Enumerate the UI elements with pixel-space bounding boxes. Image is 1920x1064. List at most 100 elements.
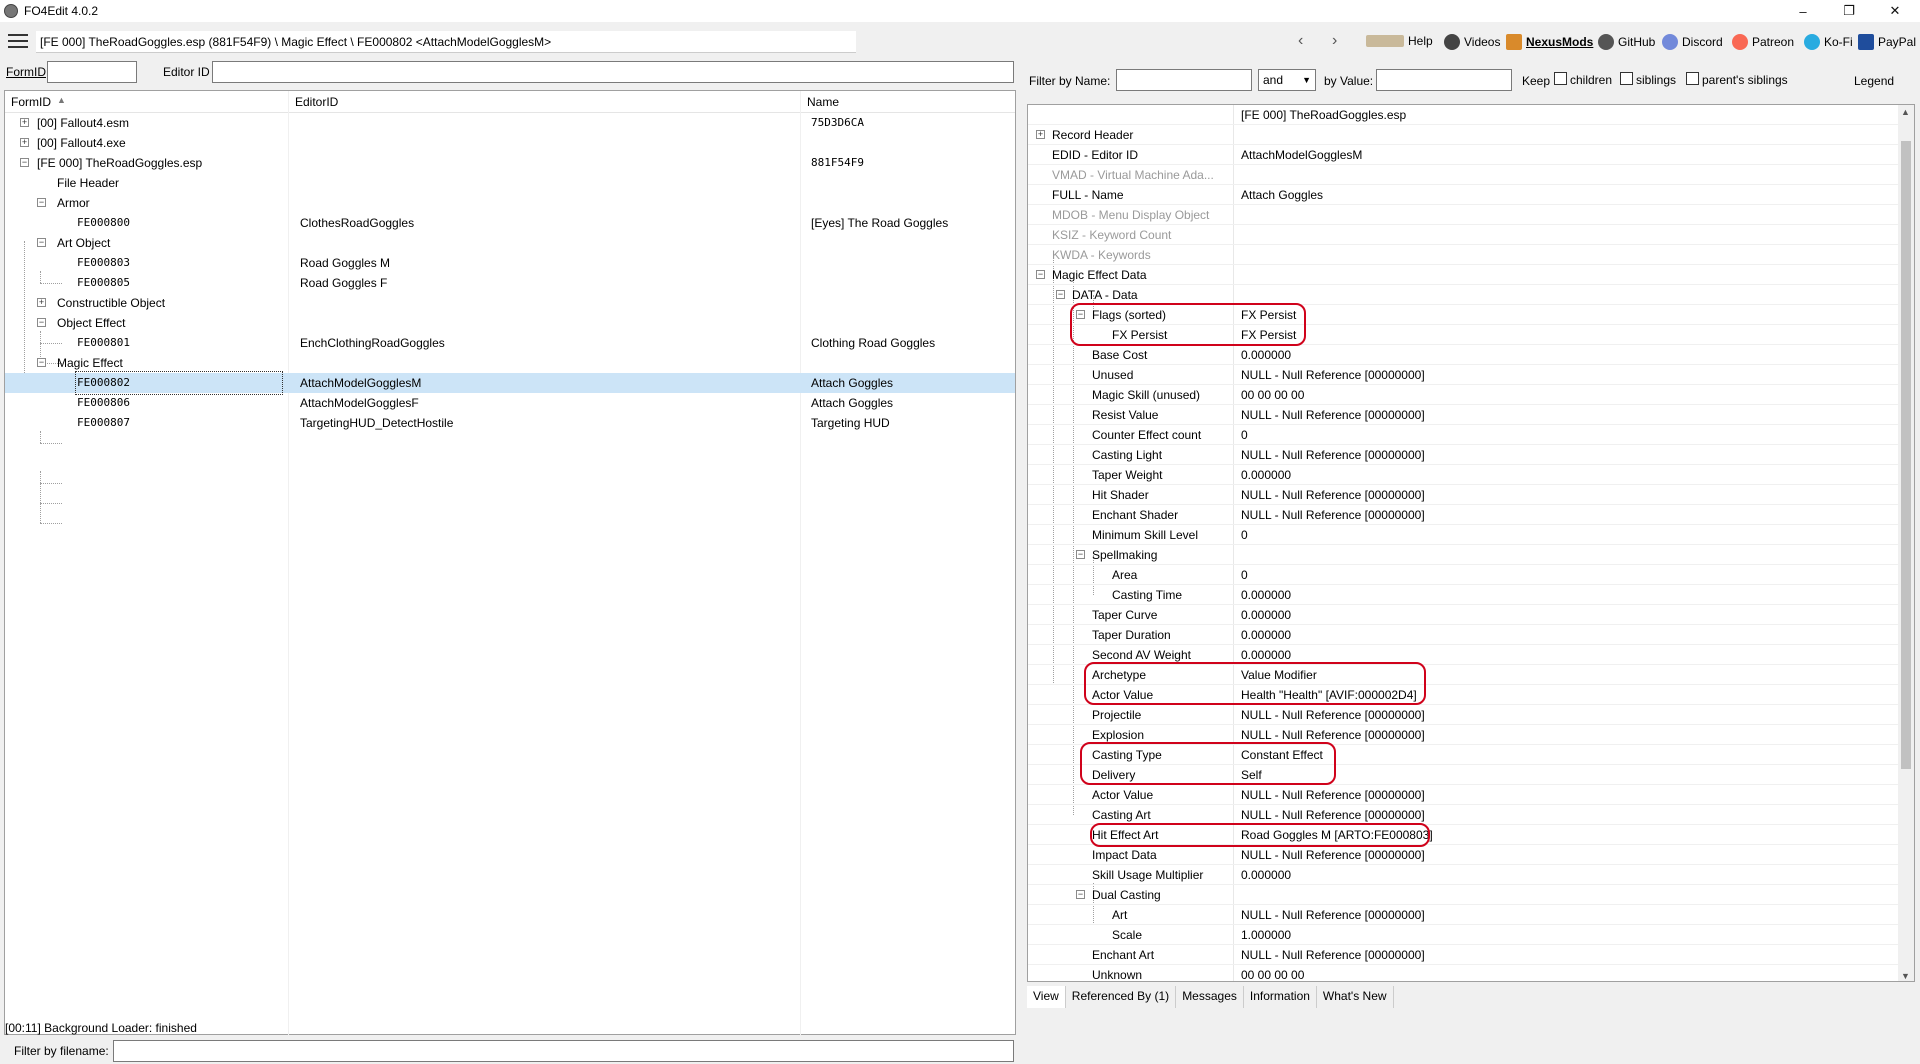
collapse-icon[interactable]: − [1056, 290, 1065, 299]
grid-row[interactable]: KSIZ - Keyword Count [1028, 225, 1900, 245]
grid-row[interactable]: Skill Usage Multiplier 0.000000 [1028, 865, 1900, 885]
tree-row[interactable]: + [00] Fallout4.exe [5, 133, 1015, 153]
scroll-down-icon[interactable]: ▼ [1901, 971, 1910, 981]
collapse-icon[interactable]: − [37, 198, 46, 207]
patreon-link[interactable]: Patreon [1732, 34, 1794, 50]
grid-row[interactable]: KWDA - Keywords [1028, 245, 1900, 265]
grid-row[interactable]: Hit Shader NULL - Null Reference [0000000… [1028, 485, 1900, 505]
grid-row[interactable]: Counter Effect count 0 [1028, 425, 1900, 445]
grid-row[interactable]: Taper Duration 0.000000 [1028, 625, 1900, 645]
grid-row[interactable]: − Magic Effect Data [1028, 265, 1900, 285]
grid-row[interactable]: Projectile NULL - Null Reference [0000000… [1028, 705, 1900, 725]
tree-row[interactable]: FE000803 Road Goggles M [5, 253, 1015, 273]
discord-link[interactable]: Discord [1662, 34, 1723, 50]
tree-row[interactable]: File Header [5, 173, 1015, 193]
tree-row-selected[interactable]: FE000802 AttachModelGogglesM Attach Gogg… [5, 371, 1015, 395]
grid-row[interactable]: VMAD - Virtual Machine Ada... [1028, 165, 1900, 185]
collapse-icon[interactable]: − [1076, 890, 1085, 899]
tree-row[interactable]: − Art Object [5, 233, 1015, 253]
collapse-icon[interactable]: − [1076, 550, 1085, 559]
children-checkbox[interactable] [1554, 72, 1567, 85]
column-formid[interactable]: FormID [11, 95, 51, 109]
record-tree[interactable]: FormID ▲ EditorID Name + [00] Fallout4.e… [4, 90, 1016, 1036]
expand-icon[interactable]: + [20, 118, 29, 127]
parents-siblings-checkbox[interactable] [1686, 72, 1699, 85]
tree-row[interactable]: FE000805 Road Goggles F [5, 273, 1015, 293]
grid-row[interactable]: Taper Curve 0.000000 [1028, 605, 1900, 625]
menu-icon[interactable] [8, 34, 28, 48]
tab-referenced-by[interactable]: Referenced By (1) [1066, 986, 1177, 1008]
grid-row[interactable]: Base Cost 0.000000 [1028, 345, 1900, 365]
grid-row[interactable]: Minimum Skill Level 0 [1028, 525, 1900, 545]
tree-row[interactable]: FE000806 AttachModelGogglesF Attach Gogg… [5, 393, 1015, 413]
expand-icon[interactable]: + [37, 298, 46, 307]
tab-view[interactable]: View [1027, 986, 1066, 1008]
collapse-icon[interactable]: − [37, 238, 46, 247]
record-view-grid[interactable]: [FE 000] TheRoadGoggles.esp + Record Head… [1027, 104, 1915, 982]
grid-row[interactable]: − Spellmaking [1028, 545, 1900, 565]
grid-row[interactable]: Impact Data NULL - Null Reference [000000… [1028, 845, 1900, 865]
editorid-filter-input[interactable] [212, 61, 1014, 83]
scroll-up-icon[interactable]: ▲ [1901, 107, 1910, 117]
help-link[interactable]: Help [1366, 34, 1433, 48]
grid-row[interactable]: + Record Header [1028, 125, 1900, 145]
grid-row[interactable]: − Dual Casting [1028, 885, 1900, 905]
expand-icon[interactable]: + [1036, 130, 1045, 139]
grid-row[interactable]: Enchant Art NULL - Null Reference [000000… [1028, 945, 1900, 965]
grid-row[interactable]: − DATA - Data [1028, 285, 1900, 305]
collapse-icon[interactable]: − [37, 358, 46, 367]
tree-row[interactable]: FE000801 EnchClothingRoadGoggles Clothin… [5, 333, 1015, 353]
grid-row[interactable]: Casting Time 0.000000 [1028, 585, 1900, 605]
tree-row[interactable]: FE000800 ClothesRoadGoggles [Eyes] The R… [5, 213, 1015, 233]
kofi-link[interactable]: Ko-Fi [1804, 34, 1853, 50]
tree-row[interactable]: − Object Effect [5, 313, 1015, 333]
tree-row[interactable]: − Magic Effect [5, 353, 1015, 373]
scrollbar-thumb[interactable] [1901, 141, 1911, 769]
minimize-icon[interactable]: – [1780, 0, 1826, 22]
tree-row[interactable]: − Armor [5, 193, 1015, 213]
grid-row[interactable]: Art NULL - Null Reference [00000000] [1028, 905, 1900, 925]
grid-row[interactable]: Actor Value NULL - Null Reference [000000… [1028, 785, 1900, 805]
collapse-icon[interactable]: − [20, 158, 29, 167]
column-name[interactable]: Name [807, 95, 839, 109]
and-or-select[interactable]: and ▼ [1258, 69, 1316, 91]
forward-icon[interactable]: › [1332, 32, 1337, 50]
restore-icon[interactable]: ❐ [1826, 0, 1872, 22]
filename-filter-input[interactable] [113, 1040, 1014, 1062]
grid-row[interactable]: Scale 1.000000 [1028, 925, 1900, 945]
filter-by-value-input[interactable] [1376, 69, 1512, 91]
vertical-scrollbar[interactable]: ▲ ▼ [1898, 105, 1914, 981]
grid-row[interactable]: Casting Art NULL - Null Reference [000000… [1028, 805, 1900, 825]
tree-row[interactable]: FE000807 TargetingHUD_DetectHostile Targ… [5, 413, 1015, 433]
grid-row[interactable]: Taper Weight 0.000000 [1028, 465, 1900, 485]
tab-information[interactable]: Information [1244, 986, 1317, 1008]
tree-row[interactable]: − [FE 000] TheRoadGoggles.esp 881F54F9 [5, 153, 1015, 173]
grid-row[interactable]: Unknown 00 00 00 00 [1028, 965, 1900, 981]
tree-row[interactable]: + [00] Fallout4.esm 75D3D6CA [5, 113, 1015, 133]
grid-row[interactable]: Casting Light NULL - Null Reference [0000… [1028, 445, 1900, 465]
grid-row[interactable]: Unused NULL - Null Reference [00000000] [1028, 365, 1900, 385]
siblings-checkbox[interactable] [1620, 72, 1633, 85]
collapse-icon[interactable]: − [37, 318, 46, 327]
record-path[interactable]: [FE 000] TheRoadGoggles.esp (881F54F9) \… [36, 31, 856, 53]
grid-row[interactable]: EDID - Editor ID AttachModelGogglesM [1028, 145, 1900, 165]
column-editorid[interactable]: EditorID [295, 95, 338, 109]
tab-messages[interactable]: Messages [1176, 986, 1244, 1008]
close-icon[interactable]: ✕ [1872, 0, 1918, 22]
filter-by-name-input[interactable] [1116, 69, 1252, 91]
github-link[interactable]: GitHub [1598, 34, 1655, 50]
expand-icon[interactable]: + [20, 138, 29, 147]
tab-whats-new[interactable]: What's New [1317, 986, 1394, 1008]
collapse-icon[interactable]: − [1036, 270, 1045, 279]
formid-filter-input[interactable] [47, 61, 137, 83]
legend-button[interactable]: Legend [1854, 74, 1894, 88]
grid-row[interactable]: MDOB - Menu Display Object [1028, 205, 1900, 225]
paypal-link[interactable]: PayPal [1858, 34, 1916, 50]
tree-row[interactable]: + Constructible Object [5, 293, 1015, 313]
grid-row[interactable]: Enchant Shader NULL - Null Reference [000… [1028, 505, 1900, 525]
grid-row[interactable]: FULL - Name Attach Goggles [1028, 185, 1900, 205]
nexusmods-link[interactable]: NexusMods [1506, 34, 1593, 50]
grid-row[interactable]: Resist Value NULL - Null Reference [00000… [1028, 405, 1900, 425]
back-icon[interactable]: ‹ [1298, 32, 1303, 50]
grid-row[interactable]: Magic Skill (unused) 00 00 00 00 [1028, 385, 1900, 405]
